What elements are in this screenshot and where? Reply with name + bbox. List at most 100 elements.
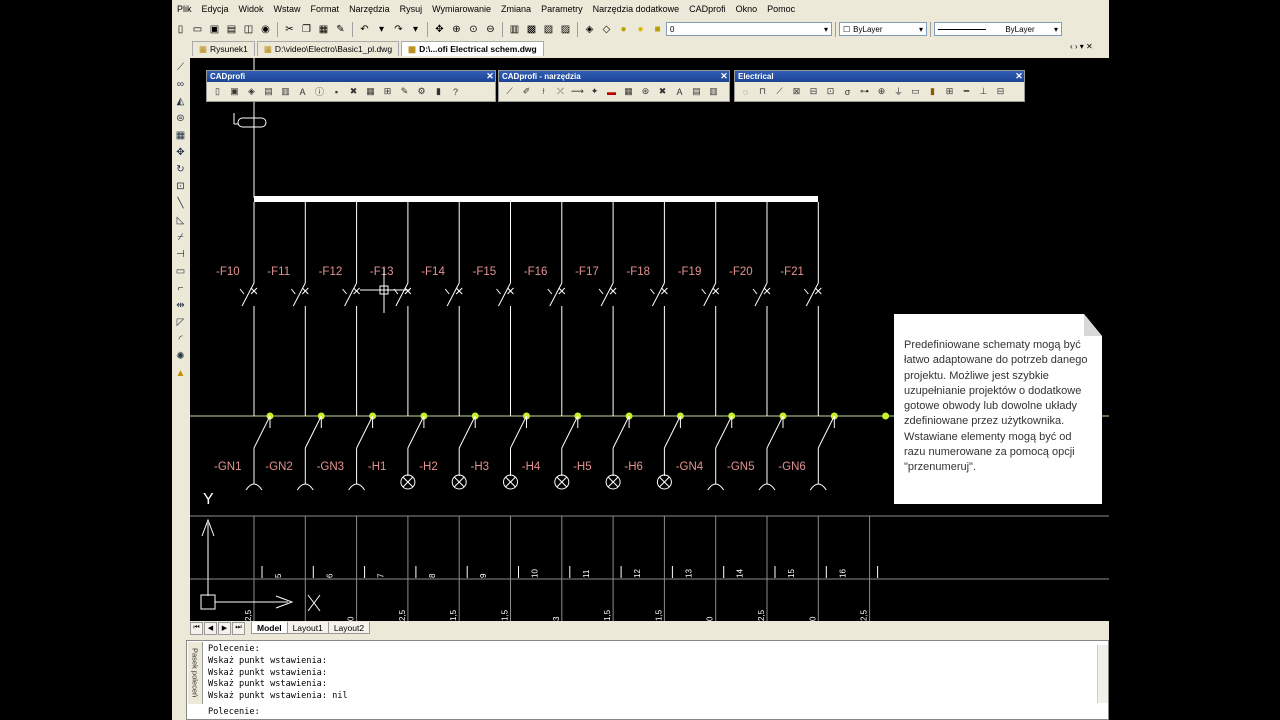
menu-item[interactable]: Parametry (536, 4, 588, 14)
menu-item[interactable]: Zmiana (496, 4, 536, 14)
stretch-icon[interactable]: ◺ (173, 213, 188, 228)
coil-icon[interactable]: ⊡ (824, 85, 837, 98)
prev-tab-icon[interactable]: ◀ (204, 621, 217, 635)
redo-dropdown-icon[interactable]: ▾ (408, 22, 423, 37)
tab-nav-arrows[interactable]: ‹ › ▾ ✕ (1070, 42, 1093, 51)
menu-item[interactable]: Plik (172, 4, 197, 14)
menu-item[interactable]: Format (306, 4, 345, 14)
edit-icon[interactable]: ✎ (398, 85, 411, 98)
symbol-icon[interactable]: ⊞ (381, 85, 394, 98)
lightbulb-icon[interactable]: ● (616, 22, 631, 37)
window-icon[interactable]: ▪ (330, 85, 343, 98)
close-icon[interactable]: ✕ (1014, 71, 1024, 82)
tools-icon[interactable]: ✖ (347, 85, 360, 98)
break-icon[interactable]: ⌐ (173, 281, 188, 296)
wire-icon[interactable]: ✐ (520, 85, 533, 98)
hvac-icon[interactable]: ▤ (262, 85, 275, 98)
cabinet-icon[interactable]: ▮ (926, 85, 939, 98)
new-drawing-icon[interactable]: ▯ (211, 85, 224, 98)
menu-item[interactable]: Widok (234, 4, 269, 14)
preview-icon[interactable]: ◫ (241, 22, 256, 37)
terminal-icon[interactable]: ▬ (605, 85, 618, 98)
break-wire-icon[interactable]: ⤫ (554, 85, 567, 98)
grid-icon[interactable]: ▦ (364, 85, 377, 98)
menu-item[interactable]: Rysuj (395, 4, 428, 14)
settings-icon[interactable]: ⚙ (415, 85, 428, 98)
close-icon[interactable]: ✕ (719, 71, 729, 82)
help-icon[interactable]: ? (449, 85, 462, 98)
undo-icon[interactable]: ↶ (357, 22, 372, 37)
document-tab[interactable]: ▦ Rysunek1 (192, 41, 255, 56)
line-icon[interactable]: ╲ (173, 196, 188, 211)
cross-tools-icon[interactable]: ✖ (656, 85, 669, 98)
sheet-set-icon[interactable]: ▨ (558, 22, 573, 37)
rectangle-icon[interactable]: ▭ (173, 264, 188, 279)
connect-icon[interactable]: ⟊ (537, 85, 550, 98)
sensor-icon[interactable]: σ (841, 85, 854, 98)
extend-icon[interactable]: ⊣ (173, 247, 188, 262)
match-properties-icon[interactable]: ✎ (333, 22, 348, 37)
next-tab-icon[interactable]: ▶ (218, 621, 231, 635)
undo-dropdown-icon[interactable]: ▾ (374, 22, 389, 37)
node-icon[interactable]: ✦ (588, 85, 601, 98)
tool-palettes-icon[interactable]: ▧ (541, 22, 556, 37)
help-book-icon[interactable]: ▮ (432, 85, 445, 98)
cable-icon[interactable]: ▭ (909, 85, 922, 98)
report-icon[interactable]: ▥ (707, 85, 720, 98)
menu-item[interactable]: CADprofi (684, 4, 731, 14)
panel-title-bar[interactable]: CADprofi - narzędzia ✕ (499, 71, 729, 82)
pan-icon[interactable]: ✥ (432, 22, 447, 37)
layout-tab[interactable]: Layout1 (286, 622, 329, 634)
command-input[interactable]: Polecenie: (208, 707, 260, 717)
design-center-icon[interactable]: ▩ (524, 22, 539, 37)
chamfer-icon[interactable]: ◸ (173, 315, 188, 330)
paste-icon[interactable]: ▦ (316, 22, 331, 37)
menu-item[interactable]: Narzędzia dodatkowe (588, 4, 685, 14)
layout-tab[interactable]: Layout2 (327, 622, 371, 634)
offset-icon[interactable]: ⊜ (173, 111, 188, 126)
info-icon[interactable]: ⓘ (313, 85, 326, 98)
publish-icon[interactable]: ◉ (258, 22, 273, 37)
ladder-icon[interactable]: ⊞ (943, 85, 956, 98)
save-icon[interactable]: ▣ (207, 22, 222, 37)
trim-icon[interactable]: ⌿ (173, 230, 188, 245)
jump-icon[interactable]: ⟿ (571, 85, 584, 98)
numbering-icon[interactable]: ⊛ (639, 85, 652, 98)
contact-icon[interactable]: ⊠ (790, 85, 803, 98)
measure-icon[interactable]: ⊥ (977, 85, 990, 98)
cut-icon[interactable]: ✂ (282, 22, 297, 37)
motor-icon[interactable]: ⊕ (875, 85, 888, 98)
list-icon[interactable]: ▤ (690, 85, 703, 98)
zoom-previous-icon[interactable]: ⊖ (483, 22, 498, 37)
color-dropdown[interactable]: ☐ ByLayer ▾ (839, 22, 927, 36)
open-file-icon[interactable]: ▭ (190, 22, 205, 37)
explode-icon[interactable]: ✺ (173, 349, 188, 364)
print-icon[interactable]: ▤ (224, 22, 239, 37)
lock-icon[interactable]: ■ (650, 22, 665, 37)
menu-item[interactable]: Wymiarowanie (427, 4, 496, 14)
socket-icon[interactable]: ⊓ (756, 85, 769, 98)
relay-icon[interactable]: ⊟ (807, 85, 820, 98)
layer-states-icon[interactable]: ◇ (599, 22, 614, 37)
warning-icon[interactable]: ▲ (173, 366, 188, 381)
layer-manager-icon[interactable]: ◈ (582, 22, 597, 37)
earth-icon[interactable]: ⏚ (892, 85, 905, 98)
library-icon[interactable]: ◈ (245, 85, 258, 98)
redo-icon[interactable]: ↷ (391, 22, 406, 37)
text-tool-icon[interactable]: A (673, 85, 686, 98)
menu-item[interactable]: Wstaw (269, 4, 306, 14)
schema-icon[interactable]: ⊟ (994, 85, 1007, 98)
layout-tab[interactable]: Model (251, 622, 288, 634)
menu-item[interactable]: Pomoc (762, 4, 800, 14)
text-icon[interactable]: A (296, 85, 309, 98)
scale-icon[interactable]: ⊡ (173, 179, 188, 194)
busbar-icon[interactable]: ━ (960, 85, 973, 98)
fuse-icon[interactable]: ⊶ (858, 85, 871, 98)
zoom-realtime-icon[interactable]: ⊕ (449, 22, 464, 37)
array-icon[interactable]: ▦ (173, 128, 188, 143)
last-tab-icon[interactable]: ⏭ (232, 621, 245, 635)
first-tab-icon[interactable]: ⏮ (190, 621, 203, 635)
layer-dropdown[interactable]: 0 ▾ (666, 22, 832, 36)
table-icon[interactable]: ▦ (622, 85, 635, 98)
menu-item[interactable]: Narzędzia (344, 4, 395, 14)
